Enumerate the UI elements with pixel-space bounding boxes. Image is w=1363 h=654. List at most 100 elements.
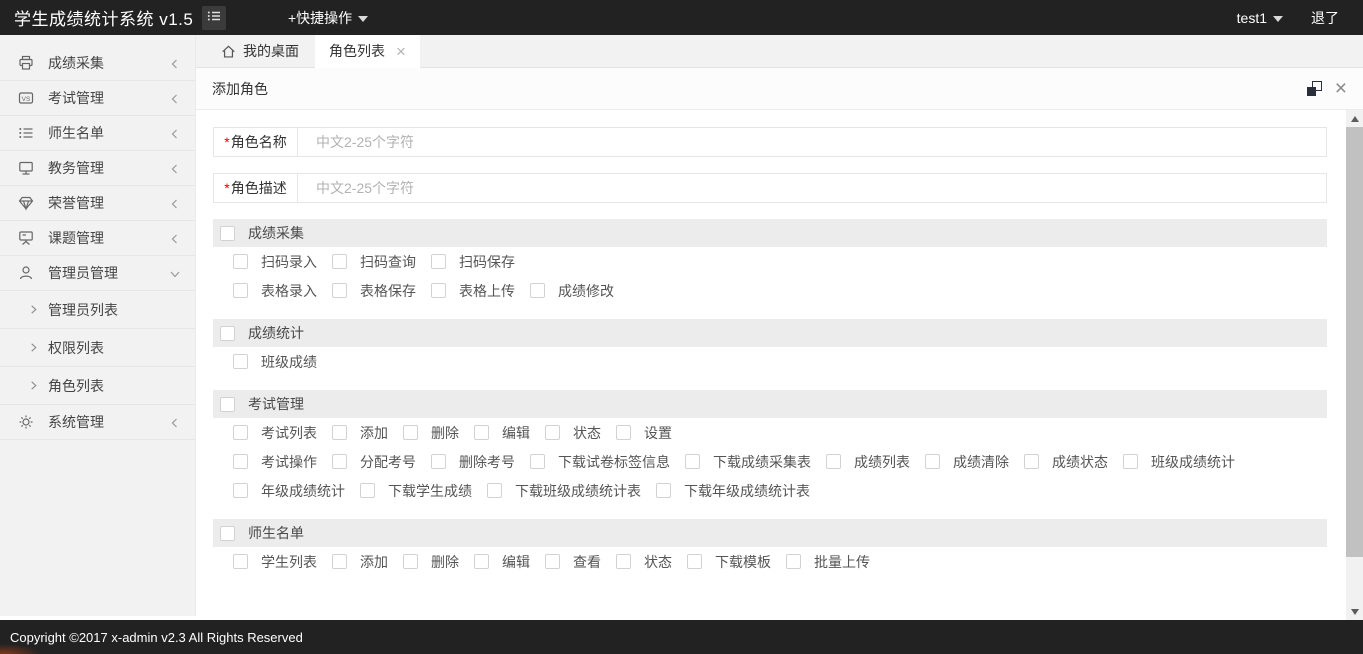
close-panel-icon[interactable]: × [1335,78,1347,99]
perm-item-学生列表[interactable]: 学生列表 [233,552,317,572]
perm-item-成绩修改[interactable]: 成绩修改 [530,281,614,301]
perm-item-添加[interactable]: 添加 [332,552,388,572]
perm-item-删除考号[interactable]: 删除考号 [431,452,515,472]
perm-item-下载学生成绩[interactable]: 下载学生成绩 [360,481,472,501]
perm-item-班级成绩[interactable]: 班级成绩 [233,352,317,372]
sidebar-subitem-权限列表[interactable]: 权限列表 [0,329,195,367]
perm-item-下载年级成绩统计表[interactable]: 下载年级成绩统计表 [656,481,810,501]
perm-item-删除[interactable]: 删除 [403,552,459,572]
input-角色名称[interactable] [298,128,1326,156]
perm-item-下载试卷标签信息[interactable]: 下载试卷标签信息 [530,452,670,472]
restore-window-icon[interactable] [1306,81,1322,96]
checkbox-班级成绩统计[interactable] [1123,454,1138,469]
checkbox-成绩列表[interactable] [826,454,841,469]
checkbox-删除考号[interactable] [431,454,446,469]
tab-close-icon[interactable]: × [396,43,406,60]
sidebar-item-考试管理[interactable]: VS 考试管理 [0,81,195,116]
scroll-up-arrow[interactable] [1346,110,1363,127]
perm-item-表格保存[interactable]: 表格保存 [332,281,416,301]
sidebar-item-师生名单[interactable]: 师生名单 [0,116,195,151]
sidebar-item-荣誉管理[interactable]: 荣誉管理 [0,186,195,221]
checkbox-表格上传[interactable] [431,283,446,298]
checkbox-师生名单[interactable] [220,525,235,541]
perm-item-编辑[interactable]: 编辑 [474,552,530,572]
perm-item-编辑[interactable]: 编辑 [474,423,530,443]
checkbox-设置[interactable] [616,425,631,440]
checkbox-查看[interactable] [545,554,560,569]
checkbox-删除[interactable] [403,554,418,569]
perm-item-删除[interactable]: 删除 [403,423,459,443]
checkbox-编辑[interactable] [474,425,489,440]
scrollbar-thumb[interactable] [1346,127,1363,557]
perm-item-下载成绩采集表[interactable]: 下载成绩采集表 [685,452,811,472]
sidebar-subitem-管理员列表[interactable]: 管理员列表 [0,291,195,329]
perm-item-考试列表[interactable]: 考试列表 [233,423,317,443]
sidebar-item-管理员管理[interactable]: 管理员管理 [0,256,195,291]
perm-item-添加[interactable]: 添加 [332,423,388,443]
sidebar-toggle-button[interactable] [202,5,226,30]
checkbox-分配考号[interactable] [332,454,347,469]
perm-item-成绩状态[interactable]: 成绩状态 [1024,452,1108,472]
checkbox-下载成绩采集表[interactable] [685,454,700,469]
checkbox-编辑[interactable] [474,554,489,569]
checkbox-考试操作[interactable] [233,454,248,469]
sidebar-subitem-角色列表[interactable]: 角色列表 [0,367,195,405]
checkbox-年级成绩统计[interactable] [233,483,248,498]
perm-item-成绩清除[interactable]: 成绩清除 [925,452,1009,472]
perm-item-状态[interactable]: 状态 [545,423,601,443]
quick-actions-menu[interactable]: +快捷操作 [288,8,369,28]
perm-item-班级成绩统计[interactable]: 班级成绩统计 [1123,452,1235,472]
checkbox-成绩状态[interactable] [1024,454,1039,469]
checkbox-状态[interactable] [616,554,631,569]
logout-button[interactable]: 退了 [1311,8,1339,28]
perm-item-表格上传[interactable]: 表格上传 [431,281,515,301]
perm-item-设置[interactable]: 设置 [616,423,672,443]
user-menu[interactable]: test1 [1237,10,1283,26]
sidebar-item-系统管理[interactable]: 系统管理 [0,405,195,440]
checkbox-添加[interactable] [332,425,347,440]
perm-item-批量上传[interactable]: 批量上传 [786,552,870,572]
sidebar-item-教务管理[interactable]: 教务管理 [0,151,195,186]
checkbox-下载试卷标签信息[interactable] [530,454,545,469]
checkbox-下载模板[interactable] [687,554,702,569]
checkbox-考试列表[interactable] [233,425,248,440]
tab-角色列表[interactable]: 角色列表 × [315,35,420,68]
tab-我的桌面[interactable]: 我的桌面 [205,35,315,67]
perm-item-状态[interactable]: 状态 [616,552,672,572]
vertical-scrollbar[interactable] [1346,110,1363,620]
checkbox-添加[interactable] [332,554,347,569]
checkbox-下载学生成绩[interactable] [360,483,375,498]
perm-item-分配考号[interactable]: 分配考号 [332,452,416,472]
checkbox-扫码录入[interactable] [233,254,248,269]
checkbox-考试管理[interactable] [220,396,235,412]
perm-item-扫码录入[interactable]: 扫码录入 [233,252,317,272]
perm-item-表格录入[interactable]: 表格录入 [233,281,317,301]
checkbox-表格保存[interactable] [332,283,347,298]
checkbox-批量上传[interactable] [786,554,801,569]
checkbox-表格录入[interactable] [233,283,248,298]
perm-item-查看[interactable]: 查看 [545,552,601,572]
checkbox-班级成绩[interactable] [233,354,248,369]
checkbox-成绩修改[interactable] [530,283,545,298]
checkbox-扫码保存[interactable] [431,254,446,269]
perm-item-扫码查询[interactable]: 扫码查询 [332,252,416,272]
checkbox-成绩统计[interactable] [220,325,235,341]
checkbox-学生列表[interactable] [233,554,248,569]
checkbox-状态[interactable] [545,425,560,440]
scroll-down-arrow[interactable] [1346,603,1363,620]
sidebar-item-课题管理[interactable]: 课题管理 [0,221,195,256]
checkbox-下载班级成绩统计表[interactable] [487,483,502,498]
perm-item-年级成绩统计[interactable]: 年级成绩统计 [233,481,345,501]
checkbox-删除[interactable] [403,425,418,440]
perm-item-考试操作[interactable]: 考试操作 [233,452,317,472]
checkbox-扫码查询[interactable] [332,254,347,269]
perm-item-扫码保存[interactable]: 扫码保存 [431,252,515,272]
perm-item-下载模板[interactable]: 下载模板 [687,552,771,572]
checkbox-下载年级成绩统计表[interactable] [656,483,671,498]
sidebar-item-成绩采集[interactable]: 成绩采集 [0,46,195,81]
checkbox-成绩采集[interactable] [220,225,235,241]
input-角色描述[interactable] [298,174,1326,202]
perm-item-下载班级成绩统计表[interactable]: 下载班级成绩统计表 [487,481,641,501]
checkbox-成绩清除[interactable] [925,454,940,469]
perm-item-成绩列表[interactable]: 成绩列表 [826,452,910,472]
